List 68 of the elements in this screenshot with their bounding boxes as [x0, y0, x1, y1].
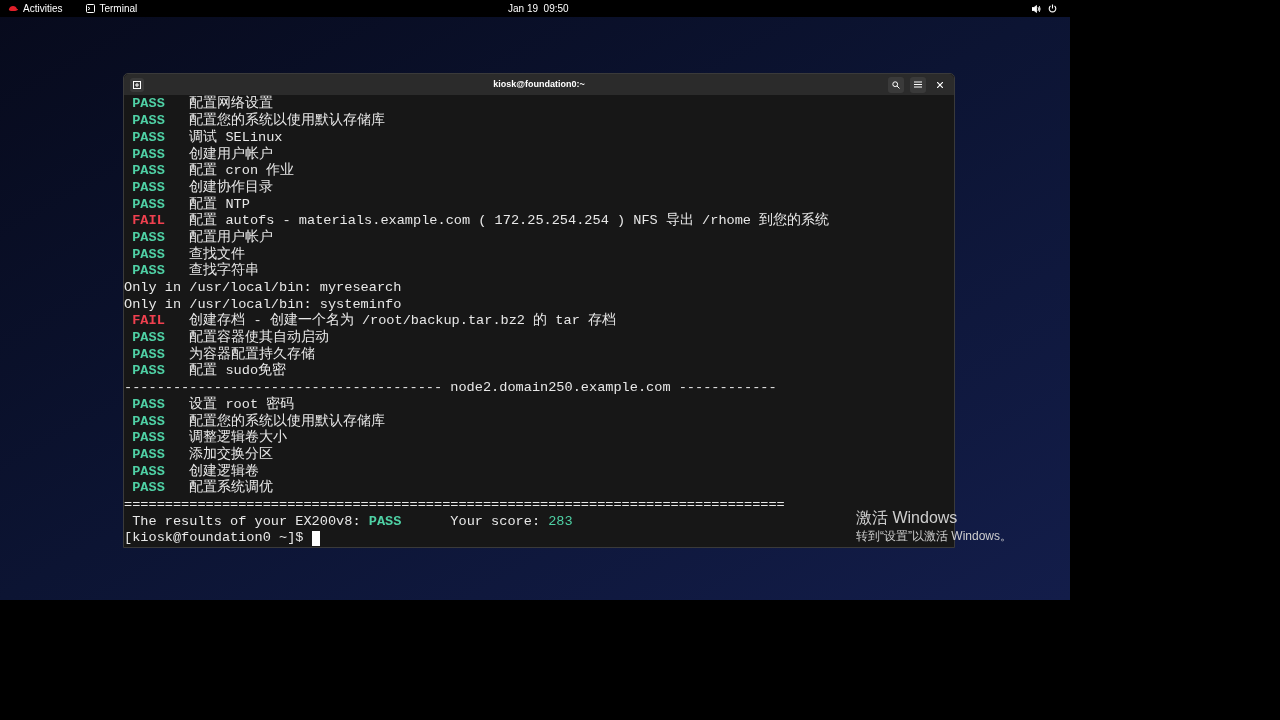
- status-label: FAIL: [132, 313, 166, 331]
- task-text: 配置您的系统以使用默认存储库: [189, 113, 386, 129]
- output-text: Only in /usr/local/bin: myresearch: [124, 280, 402, 295]
- task-text: 配置用户帐户: [189, 229, 274, 246]
- task-text: 调整逻辑卷大小: [189, 430, 288, 446]
- close-icon: [937, 81, 943, 88]
- power-icon[interactable]: [1048, 4, 1057, 13]
- task-text: 配置 cron 作业: [189, 163, 295, 179]
- status-label: PASS: [132, 146, 166, 164]
- task-text: 设置 root 密码: [189, 396, 295, 413]
- search-button[interactable]: [888, 76, 904, 93]
- task-text: 配置系统调优: [189, 480, 274, 497]
- status-label: PASS: [132, 430, 166, 447]
- task-text: 配置网络设置: [189, 96, 274, 112]
- task-text: 创建用户帐户: [189, 146, 274, 162]
- status-label: PASS: [132, 196, 166, 214]
- task-text: 添加交换分区: [189, 446, 274, 463]
- result-status: PASS: [368, 513, 402, 531]
- status-label: PASS: [132, 396, 166, 414]
- text-cursor: [311, 531, 320, 547]
- score-value: 283: [548, 513, 573, 531]
- status-label: PASS: [132, 113, 166, 130]
- task-text: 配置容器使其自动启动: [189, 330, 330, 346]
- status-label: PASS: [132, 463, 166, 481]
- status-label: PASS: [132, 346, 166, 364]
- status-label: PASS: [132, 363, 166, 381]
- task-text: 查找文件: [189, 246, 246, 262]
- status-label: PASS: [132, 179, 166, 197]
- task-text: 配置 autofs - materials.example.com ( 172.25.254.254 ) NFS 导出 /rhome 到您的系统: [189, 213, 830, 229]
- separator-text: =================================================================================: [124, 496, 785, 512]
- status-label: PASS: [132, 163, 166, 180]
- terminal-icon: [86, 4, 96, 13]
- search-icon: [892, 80, 900, 89]
- window-title: kiosk@foundation0:~: [493, 77, 585, 91]
- score-label: Your score:: [450, 513, 541, 531]
- task-text: 为容器配置持久存储: [189, 346, 316, 362]
- new-tab-button[interactable]: [130, 77, 144, 92]
- shell-prompt: [kiosk@foundation0 ~]$: [124, 530, 304, 547]
- output-text: Only in /usr/local/bin: systeminfo: [124, 296, 402, 312]
- task-text: 调试 SELinux: [189, 129, 283, 146]
- status-label: PASS: [132, 263, 166, 280]
- status-label: PASS: [132, 129, 166, 147]
- status-label: FAIL: [132, 213, 166, 230]
- app-menu-button[interactable]: Terminal: [86, 1, 138, 16]
- status-label: PASS: [132, 330, 166, 347]
- status-label: PASS: [132, 96, 166, 114]
- menu-icon: [914, 81, 922, 89]
- task-text: 配置 sudo免密: [189, 363, 287, 381]
- task-text: 配置您的系统以使用默认存储库: [189, 413, 386, 429]
- activation-title: 激活 Windows: [856, 508, 959, 528]
- activation-subtitle: 转到“设置”以激活 Windows。: [856, 528, 1012, 544]
- volume-icon[interactable]: [1032, 4, 1041, 13]
- separator-text: --------------------------------------- node2.domain250.example.com ------------: [124, 380, 777, 396]
- status-label: PASS: [132, 229, 166, 247]
- clock[interactable]: Jan 19 09:50: [508, 1, 569, 16]
- task-text: 创建协作目录: [189, 179, 274, 196]
- status-label: PASS: [132, 246, 166, 264]
- status-label: PASS: [132, 446, 166, 464]
- task-text: 查找字符串: [189, 263, 260, 280]
- summary-label: The results of your EX200v8:: [132, 513, 361, 531]
- task-text: 创建逻辑卷: [189, 463, 260, 479]
- task-text: 创建存档 - 创建一个名为 /root/backup.tar.bz2 的 tar 存档: [189, 313, 616, 329]
- menu-button[interactable]: [910, 76, 926, 93]
- hat-icon: [8, 5, 19, 12]
- activities-button[interactable]: Activities: [8, 1, 63, 16]
- task-text: 配置 NTP: [189, 196, 250, 212]
- status-label: PASS: [132, 480, 166, 497]
- status-label: PASS: [132, 413, 166, 431]
